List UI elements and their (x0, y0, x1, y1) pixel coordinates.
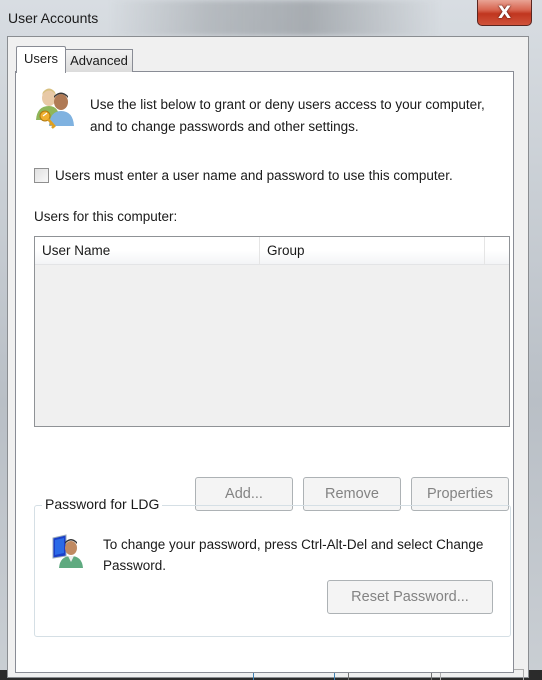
users-listview[interactable]: User Name Group (34, 236, 510, 427)
close-icon: X (497, 2, 512, 23)
intro-text: Use the list below to grant or deny user… (90, 97, 485, 134)
column-header-user-name[interactable]: User Name (35, 237, 260, 264)
listview-header: User Name Group (35, 237, 509, 265)
users-list-label: Users for this computer: (34, 209, 178, 224)
user-monitor-icon (52, 534, 83, 568)
require-login-row: Users must enter a user name and passwor… (34, 168, 453, 183)
titlebar-background (110, 0, 440, 36)
window-title: User Accounts (8, 10, 99, 26)
column-header-group[interactable]: Group (260, 237, 485, 264)
password-group-title: Password for LDG (42, 496, 163, 512)
window-frame: User Accounts X Users Advanced Use the l… (0, 0, 542, 680)
require-login-checkbox[interactable] (34, 168, 49, 183)
require-login-label[interactable]: Users must enter a user name and passwor… (55, 168, 453, 183)
users-tab-panel: Use the list below to grant or deny user… (15, 71, 514, 673)
reset-password-button[interactable]: Reset Password... (327, 580, 493, 614)
users-key-icon (36, 88, 74, 129)
tab-advanced[interactable]: Advanced (65, 49, 133, 72)
dialog-client-area: Users Advanced Use the list below to gra… (7, 36, 529, 680)
column-header-filler (485, 237, 509, 264)
password-instructions: To change your password, press Ctrl-Alt-… (103, 537, 484, 573)
close-button[interactable]: X (477, 0, 532, 26)
tab-users[interactable]: Users (16, 46, 66, 73)
password-groupbox: Password for LDG To change your password… (34, 496, 511, 637)
